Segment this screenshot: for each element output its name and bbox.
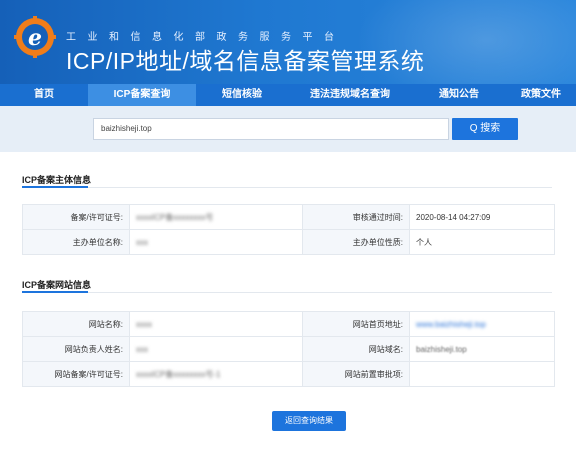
label-approval-time: 审核通过时间: — [302, 204, 410, 230]
section-underline — [22, 186, 88, 188]
value-site-url[interactable]: www.baizhisheji.top — [409, 311, 555, 337]
table-row: 网站负责人姓名: xxx 网站域名: baizhisheji.top — [22, 336, 555, 362]
nav-policies[interactable]: 政策文件 — [506, 84, 576, 106]
table-row: 网站备案/许可证号: xxxxICP备xxxxxxxx号-1 网站前置审批项: — [22, 361, 555, 387]
search-input[interactable]: baizhisheji.top — [93, 118, 449, 140]
svg-text:e: e — [28, 25, 42, 51]
site-section-title: ICP备案网站信息 — [22, 280, 92, 290]
site-info-table: 网站名称: xxxx 网站首页地址: www.baizhisheji.top 网… — [22, 311, 555, 387]
main-nav: 首页 ICP备案查询 短信核验 违法违规域名查询 通知公告 政策文件 — [0, 84, 576, 106]
section-underline — [22, 291, 88, 293]
header-banner: e 工业和信息化部政务服务平台 ICP/IP地址/域名信息备案管理系统 — [0, 0, 576, 84]
nav-illegal-domain-query[interactable]: 违法违规域名查询 — [288, 84, 412, 106]
back-to-results-button[interactable]: 返回查询结果 — [272, 411, 346, 431]
table-row: 备案/许可证号: xxxxICP备xxxxxxxx号 审核通过时间: 2020-… — [22, 204, 555, 230]
site-logo-icon: e — [14, 16, 56, 58]
nav-notices[interactable]: 通知公告 — [412, 84, 506, 106]
label-site-name: 网站名称: — [22, 311, 130, 337]
value-sponsor-type: 个人 — [409, 229, 555, 255]
subject-info-table: 备案/许可证号: xxxxICP备xxxxxxxx号 审核通过时间: 2020-… — [22, 204, 555, 255]
label-site-license: 网站备案/许可证号: — [22, 361, 130, 387]
nav-icp-query[interactable]: ICP备案查询 — [88, 84, 196, 106]
label-pre-approval: 网站前置审批项: — [302, 361, 410, 387]
table-row: 主办单位名称: xxx 主办单位性质: 个人 — [22, 229, 555, 255]
label-site-url: 网站首页地址: — [302, 311, 410, 337]
value-sponsor-name: xxx — [129, 229, 303, 255]
label-site-domain: 网站域名: — [302, 336, 410, 362]
value-site-license: xxxxICP备xxxxxxxx号-1 — [129, 361, 303, 387]
label-site-owner: 网站负责人姓名: — [22, 336, 130, 362]
header-subtitle: 工业和信息化部政务服务平台 — [66, 32, 346, 43]
value-approval-time: 2020-08-14 04:27:09 — [409, 204, 555, 230]
page-title: ICP/IP地址/域名信息备案管理系统 — [66, 48, 425, 74]
value-site-name: xxxx — [129, 311, 303, 337]
nav-home[interactable]: 首页 — [0, 84, 88, 106]
value-license-no: xxxxICP备xxxxxxxx号 — [129, 204, 303, 230]
label-license-no: 备案/许可证号: — [22, 204, 130, 230]
search-button[interactable]: Q 搜索 — [452, 118, 518, 140]
label-sponsor-type: 主办单位性质: — [302, 229, 410, 255]
value-site-owner: xxx — [129, 336, 303, 362]
table-row: 网站名称: xxxx 网站首页地址: www.baizhisheji.top — [22, 311, 555, 337]
label-sponsor-name: 主办单位名称: — [22, 229, 130, 255]
subject-section-title: ICP备案主体信息 — [22, 175, 92, 185]
nav-sms-verify[interactable]: 短信核验 — [196, 84, 288, 106]
divider — [22, 187, 552, 188]
value-site-domain: baizhisheji.top — [409, 336, 555, 362]
divider — [22, 292, 552, 293]
value-pre-approval — [409, 361, 555, 387]
